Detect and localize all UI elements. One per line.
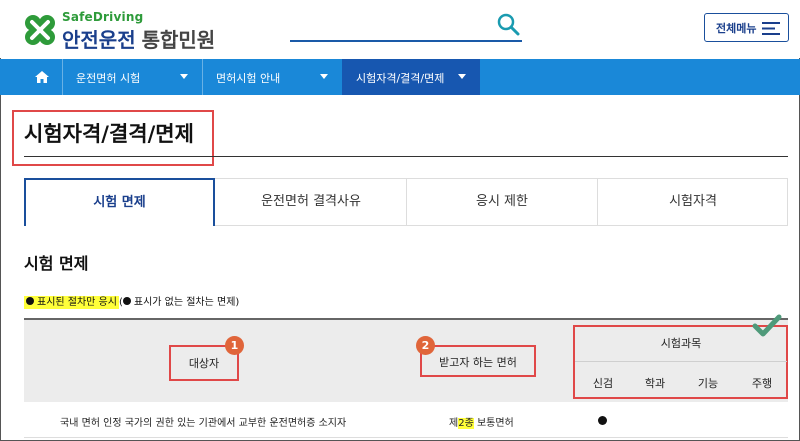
column-header-road: 주행 [751,377,773,390]
bullet-dot-icon [122,297,131,305]
caret-down-icon [458,74,466,79]
logo-title-sub: 통합민원 [141,28,216,52]
row-medical-mark [598,416,607,425]
tab-exemption[interactable]: 시험 면제 [24,178,215,226]
row-license-highlight: 2종 [458,418,474,429]
legend-rest-text: 표시가 없는 절차는 면제) [133,297,240,308]
section-title: 시험 면제 [24,254,89,273]
row-license-prefix: 제 [449,418,459,429]
clover-logo-icon [25,15,55,45]
nav-item-test-guide[interactable]: 면허시험 안내 [202,59,342,95]
tab-qualification[interactable]: 시험자격 [598,179,788,225]
row-license: 제2종 보통면허 [449,414,514,429]
row-target: 국내 면허 인정 국가의 권한 있는 기관에서 교부한 운전면허증 소지자 [60,418,347,429]
column-header-written: 학과 [644,377,666,390]
legend-highlight: 표시된 절차만 응시 [24,296,119,309]
column-header-license: 받고자 하는 면허 [439,356,517,369]
column-header-medical: 신검 [592,377,614,390]
nav-item-label: 면허시험 안내 [216,72,281,85]
logo-title: 안전운전 통합민원 [62,24,215,53]
all-menu-label: 전체메뉴 [716,22,757,35]
main-nav: 운전면허 시험 면허시험 안내 시험자격/결격/면제 [0,59,800,95]
logo-title-main: 안전운전 [62,28,136,52]
tab-restriction[interactable]: 응시 제한 [407,179,598,225]
title-divider [24,156,788,157]
site-logo[interactable]: SafeDriving 안전운전 통합민원 [22,10,222,53]
caret-down-icon [180,74,188,79]
nav-home-button[interactable] [22,59,62,95]
bullet-dot-icon [26,297,34,305]
search-bar [290,10,522,42]
hamburger-icon [762,22,780,35]
all-menu-button[interactable]: 전체메뉴 [704,13,789,42]
subjects-divider [575,361,787,362]
content-tabs: 시험 면제 운전면허 결격사유 응시 제한 시험자격 [24,178,788,226]
row-license-suffix: 보통면허 [473,418,514,429]
nav-item-eligibility[interactable]: 시험자격/결격/면제 [342,59,480,95]
site-header: SafeDriving 안전운전 통합민원 전체메뉴 [0,0,800,58]
checkmark-icon [752,314,782,337]
search-icon[interactable] [496,12,520,36]
legend-note: 표시된 절차만 응시(표시가 없는 절차는 면제) [24,293,240,309]
search-input[interactable] [290,10,490,38]
tab-disqualification[interactable]: 운전면허 결격사유 [216,179,407,225]
nav-item-label: 운전면허 시험 [76,72,141,85]
home-icon [35,71,49,83]
column-header-skill: 기능 [697,377,719,390]
column-header-target: 대상자 [188,357,220,370]
logo-tagline: SafeDriving [62,10,144,24]
annotation-badge: 2 [416,336,435,355]
table-row: 국내 면허 인정 국가의 권한 있는 기관에서 교부한 운전면허증 소지자 제2… [24,404,788,438]
nav-item-driving-test[interactable]: 운전면허 시험 [62,59,202,95]
caret-down-icon [320,74,328,79]
legend-highlight-text: 표시된 절차만 응시 [37,297,117,308]
nav-item-label: 시험자격/결격/면제 [356,72,445,85]
annotation-badge: 1 [225,336,244,355]
page-title: 시험자격/결격/면제 [24,122,194,146]
